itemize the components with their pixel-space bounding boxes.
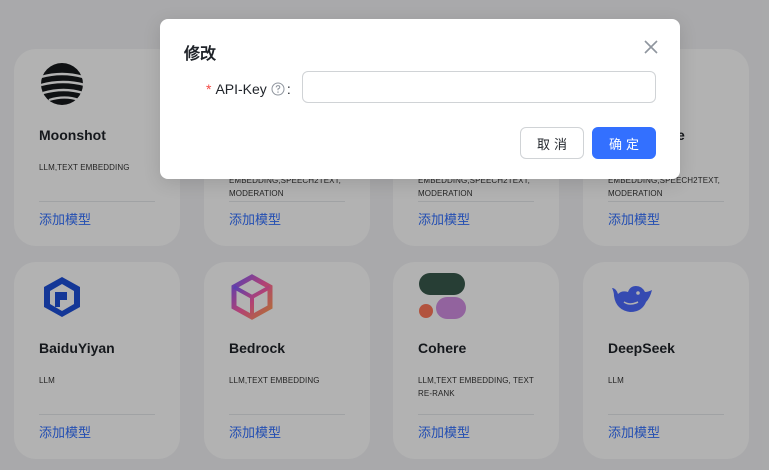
question-circle-icon[interactable] (271, 82, 285, 96)
confirm-button[interactable]: 确定 (592, 127, 656, 159)
dialog-title: 修改 (184, 46, 217, 63)
api-key-label-text: API-Key (215, 81, 267, 97)
api-key-input[interactable] (302, 71, 656, 103)
api-key-label: * API-Key : (206, 79, 291, 99)
cancel-button[interactable]: 取消 (520, 127, 584, 159)
edit-dialog: 修改 * API-Key : 取消 确定 (160, 19, 680, 179)
close-icon[interactable] (642, 38, 660, 56)
label-colon: : (286, 81, 291, 97)
required-mark: * (206, 81, 212, 97)
